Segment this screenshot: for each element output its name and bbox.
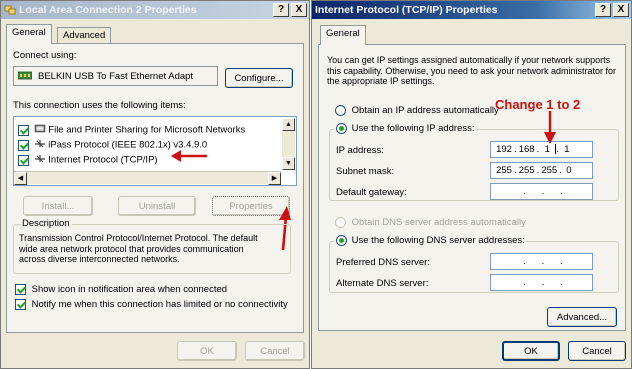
scroll-track[interactable]: [282, 131, 295, 157]
list-item[interactable]: File and Printer Sharing for Microsoft N…: [18, 123, 245, 137]
ip-address-field[interactable]: 192. 168. 1. 1: [490, 141, 593, 158]
ip-octet: 168: [518, 144, 535, 155]
adapter-field: BELKIN USB To Fast Ethernet Adapt: [13, 66, 218, 86]
default-gateway-label: Default gateway:: [336, 187, 407, 198]
configure-button[interactable]: Configure...: [225, 68, 293, 88]
subnet-mask-field[interactable]: 255. 255. 255. 0: [490, 162, 593, 179]
alternate-dns-dots: . . .: [523, 277, 563, 288]
use-following-ip-label: Use the following IP address:: [351, 123, 475, 134]
annotation-arrow-tcpip: [171, 150, 207, 162]
obtain-dns-auto-option[interactable]: Obtain DNS server address automatically: [335, 217, 526, 228]
ip-address-label: IP address:: [336, 145, 384, 156]
uninstall-button[interactable]: Uninstall: [118, 196, 196, 216]
obtain-dns-auto-label: Obtain DNS server address automatically: [351, 217, 526, 228]
obtain-dns-auto-radio[interactable]: [335, 217, 346, 228]
use-following-dns-radio[interactable]: [336, 235, 347, 246]
change-annotation: Change 1 to 2: [495, 97, 581, 112]
protocol-icon: [34, 153, 46, 167]
tab-general[interactable]: General: [320, 25, 366, 45]
item-checkbox[interactable]: [18, 139, 29, 151]
subnet-octet: 255: [518, 165, 535, 176]
tcpip-properties-window: Internet Protocol (TCP/IP) Properties ? …: [311, 0, 632, 369]
notify-label: Notify me when this connection has limit…: [31, 299, 288, 310]
cancel-button[interactable]: Cancel: [568, 341, 626, 361]
scroll-up-button[interactable]: ▲: [282, 118, 295, 131]
cancel-button[interactable]: Cancel: [245, 341, 305, 361]
items-list: File and Printer Sharing for Microsoft N…: [13, 116, 297, 186]
item-label: Internet Protocol (TCP/IP): [48, 154, 158, 166]
subnet-mask-label: Subnet mask:: [336, 166, 395, 177]
items-label: This connection uses the following items…: [13, 100, 186, 111]
ok-button[interactable]: OK: [177, 341, 237, 361]
subnet-octet: 255: [496, 165, 512, 176]
description-label: Description: [20, 218, 72, 229]
general-panel: You can get IP settings assigned automat…: [318, 44, 626, 331]
scroll-right-button[interactable]: ▶: [268, 172, 281, 185]
left-window-title: Local Area Connection 2 Properties: [19, 4, 197, 16]
annotation-arrow-ip: [544, 111, 556, 144]
general-panel: Connect using: BELKIN USB To Fast Ethern…: [6, 43, 304, 333]
advanced-button[interactable]: Advanced...: [547, 307, 617, 327]
notify-option[interactable]: Notify me when this connection has limit…: [15, 299, 288, 310]
item-label: File and Printer Sharing for Microsoft N…: [48, 124, 246, 136]
file-sharing-icon: [34, 123, 46, 137]
right-window-title: Internet Protocol (TCP/IP) Properties: [315, 4, 498, 16]
intro-text: You can get IP settings assigned automat…: [327, 55, 616, 86]
use-following-ip-option[interactable]: Use the following IP address:: [334, 123, 477, 135]
preferred-dns-label: Preferred DNS server:: [336, 257, 430, 268]
protocol-icon: [34, 138, 46, 152]
description-text: Transmission Control Protocol/Internet P…: [19, 233, 258, 264]
item-checkbox[interactable]: [18, 154, 29, 166]
horizontal-scrollbar[interactable]: ◀ ▶: [14, 171, 281, 185]
obtain-ip-auto-radio[interactable]: [335, 105, 346, 116]
help-button[interactable]: ?: [595, 3, 611, 17]
obtain-ip-auto-label: Obtain an IP address automatically: [351, 105, 499, 116]
alternate-dns-label: Alternate DNS server:: [336, 278, 429, 289]
default-gateway-field[interactable]: . . .: [490, 183, 593, 200]
obtain-ip-auto-option[interactable]: Obtain an IP address automatically: [335, 105, 499, 116]
notify-checkbox[interactable]: [15, 299, 26, 310]
network-adapter-icon: [17, 71, 33, 84]
ip-octet: 192: [496, 144, 512, 155]
adapter-name: BELKIN USB To Fast Ethernet Adapt: [38, 71, 194, 82]
right-titlebar: Internet Protocol (TCP/IP) Properties ? …: [312, 1, 631, 19]
left-titlebar: Local Area Connection 2 Properties ? X: [1, 1, 309, 19]
item-checkbox[interactable]: [18, 124, 29, 136]
install-button[interactable]: Install...: [23, 196, 93, 216]
scroll-left-button[interactable]: ◀: [14, 172, 27, 185]
description-group: Description Transmission Control Protoco…: [13, 218, 291, 274]
preferred-dns-dots: . . .: [523, 256, 563, 267]
connect-using-label: Connect using:: [13, 50, 77, 61]
tab-general[interactable]: General: [6, 24, 52, 44]
close-button[interactable]: X: [291, 3, 307, 17]
static-ip-group: Use the following IP address: IP address…: [329, 123, 619, 201]
ok-button[interactable]: OK: [502, 341, 560, 361]
show-icon-checkbox[interactable]: [15, 284, 26, 295]
subnet-octet: 255: [541, 165, 558, 176]
use-following-dns-option[interactable]: Use the following DNS server addresses:: [334, 235, 527, 247]
ip-octet: 1: [564, 144, 570, 155]
show-icon-option[interactable]: Show icon in notification area when conn…: [15, 284, 227, 295]
close-button[interactable]: X: [613, 3, 629, 17]
ip-octet: 1: [544, 144, 550, 155]
connection-properties-window: Local Area Connection 2 Properties ? X G…: [0, 0, 310, 369]
subnet-octet: 0: [566, 165, 572, 176]
help-button[interactable]: ?: [273, 3, 289, 17]
alternate-dns-field[interactable]: . . .: [490, 274, 593, 291]
list-item[interactable]: Internet Protocol (TCP/IP): [18, 153, 158, 167]
show-icon-label: Show icon in notification area when conn…: [31, 284, 228, 295]
static-dns-group: Use the following DNS server addresses: …: [329, 235, 619, 293]
use-following-dns-label: Use the following DNS server addresses:: [351, 235, 525, 246]
scroll-down-button[interactable]: ▼: [282, 157, 295, 170]
network-connection-icon: [4, 4, 16, 16]
use-following-ip-radio[interactable]: [336, 123, 347, 134]
preferred-dns-field[interactable]: . . .: [490, 253, 593, 270]
gateway-dots: . . .: [523, 186, 563, 197]
